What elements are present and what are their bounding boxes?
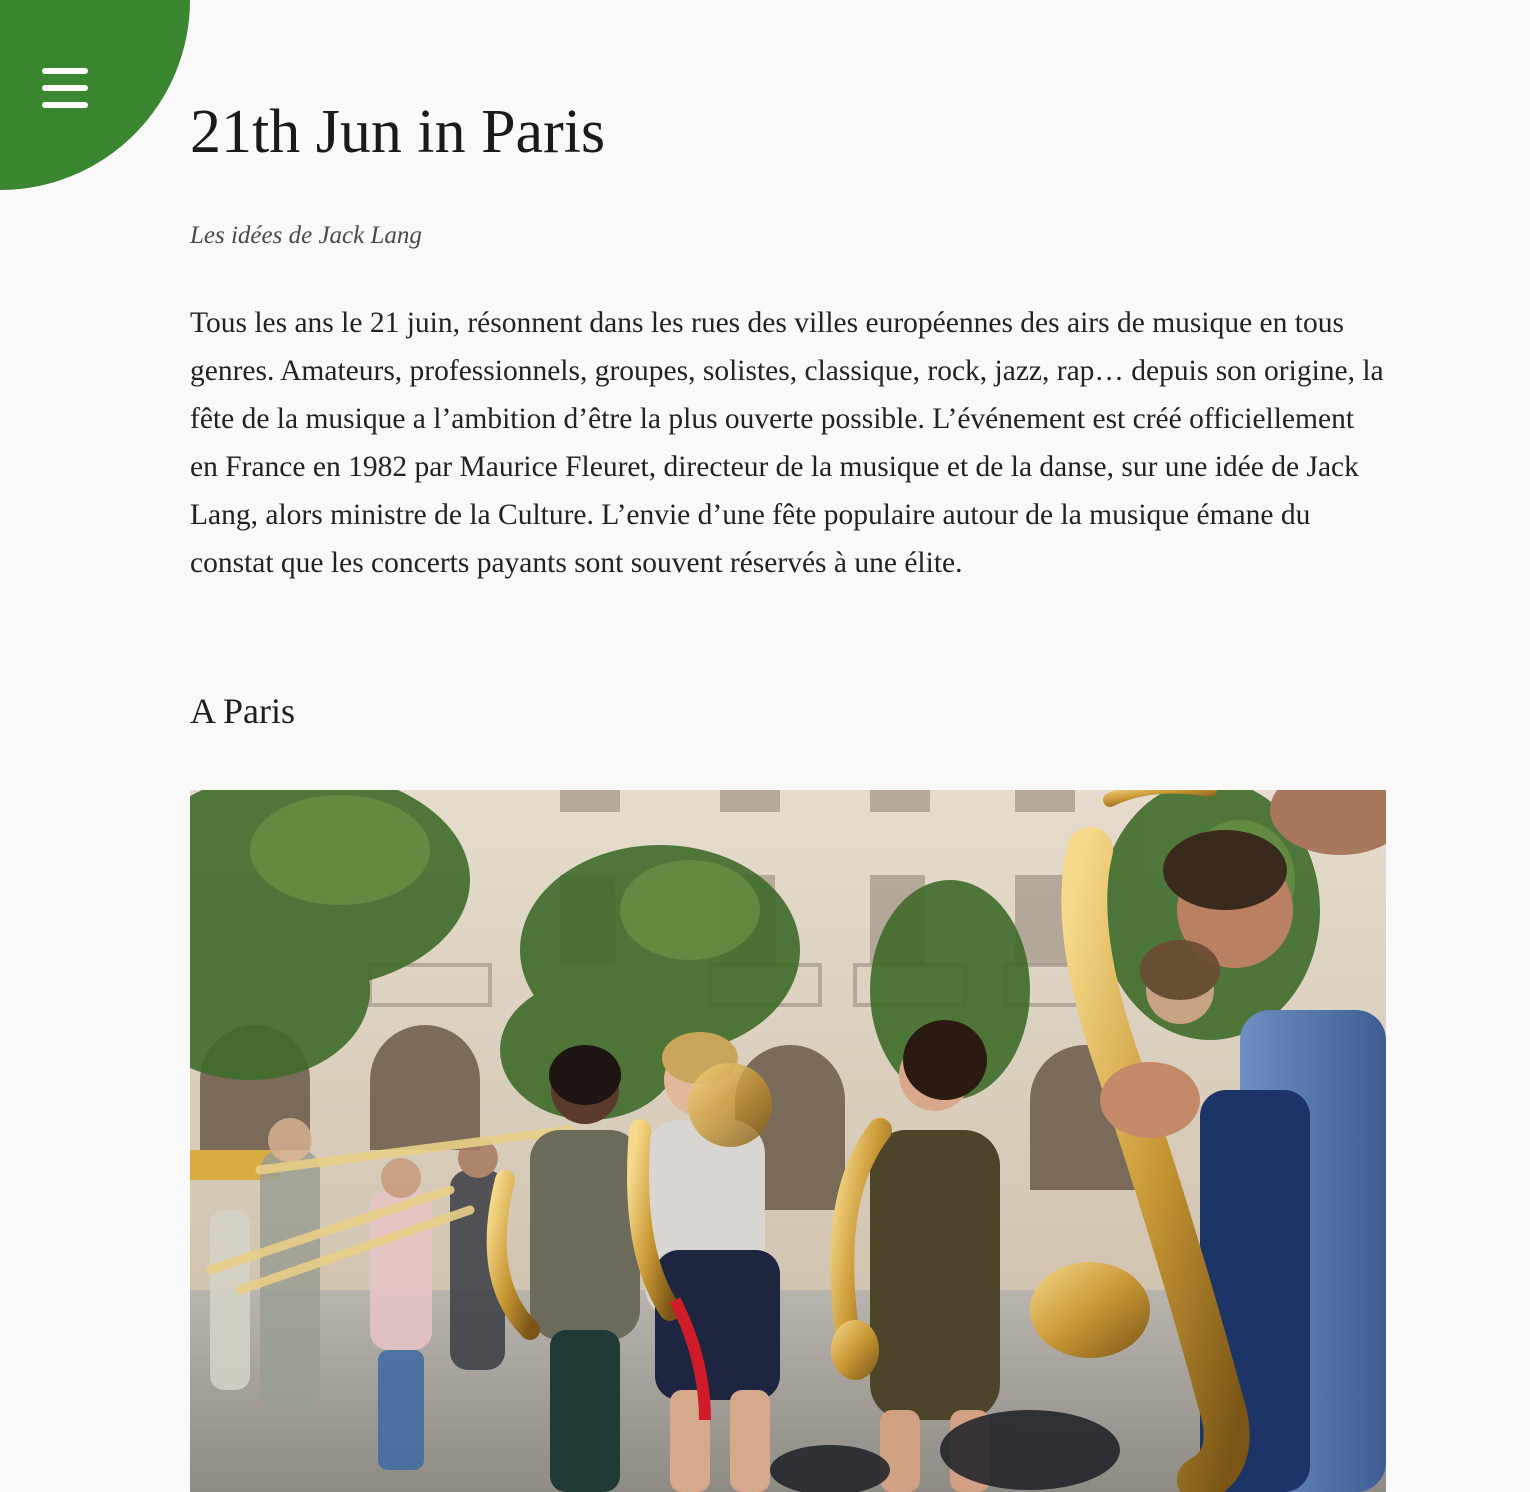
article-body: Tous les ans le 21 juin, résonnent dans … — [190, 307, 1384, 579]
page-title: 21th Jun in Paris — [190, 98, 606, 166]
section-heading: A Paris — [190, 691, 296, 731]
article-subtitle: Les idées de Jack Lang — [190, 222, 422, 249]
menu-button[interactable] — [0, 0, 190, 190]
street-band-photo — [190, 790, 1386, 1492]
hamburger-menu-icon[interactable] — [42, 68, 88, 108]
